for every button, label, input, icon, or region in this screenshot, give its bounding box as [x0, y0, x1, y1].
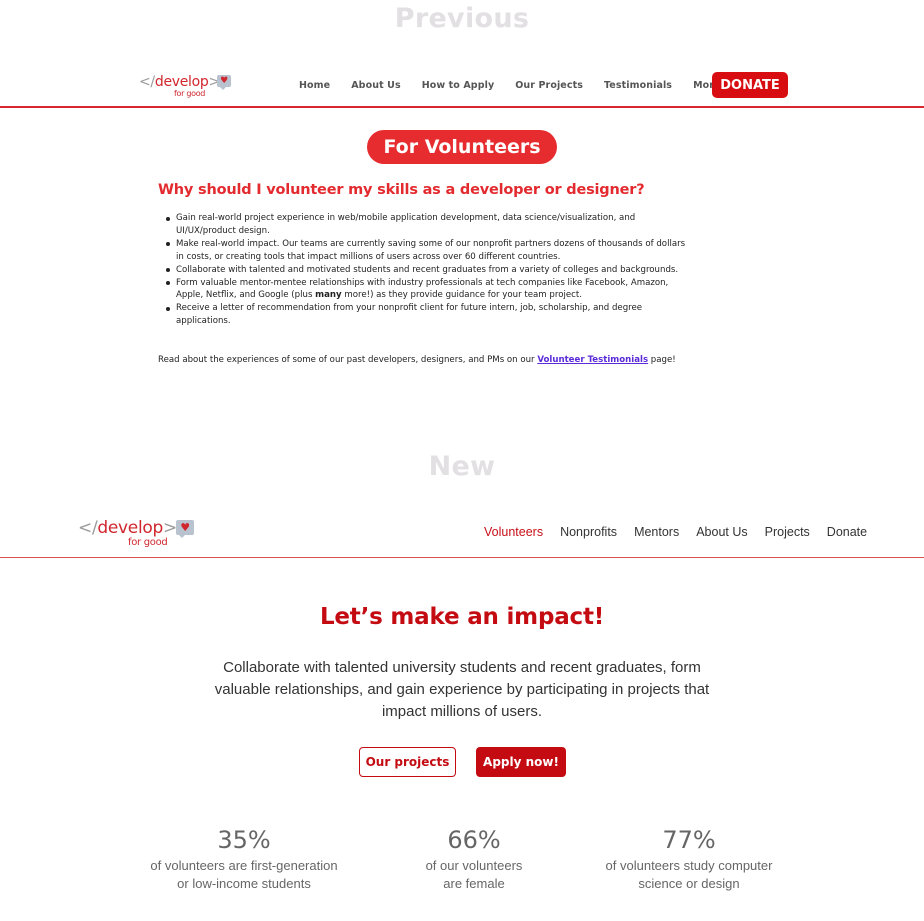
heart-icon: ♥	[180, 521, 190, 534]
prev-nav-how-to-apply[interactable]: How to Apply	[422, 80, 495, 91]
stat-cs-design: 77% of volunteers study computer science …	[569, 826, 809, 893]
list-item: Gain real-world project experience in we…	[166, 212, 686, 238]
stat-description: of volunteers are first-generation or low…	[124, 857, 364, 893]
prev-nav-testimonials[interactable]: Testimonials	[604, 80, 672, 91]
logo-word: develop	[154, 74, 209, 90]
stat-line: of our volunteers	[425, 858, 523, 873]
new-nav-projects[interactable]: Projects	[765, 525, 810, 539]
for-volunteers-banner: For Volunteers	[367, 130, 557, 164]
prev-nav-our-projects[interactable]: Our Projects	[515, 80, 583, 91]
stat-value: 35%	[217, 826, 271, 854]
heart-speech-bubble-icon: ♥	[217, 75, 231, 90]
new-nav-nonprofits[interactable]: Nonprofits	[560, 525, 617, 539]
benefits-list: Gain real-world project experience in we…	[166, 212, 686, 328]
list-item-emphasis: many	[315, 290, 342, 301]
logo-open-bracket: </	[78, 518, 98, 538]
stat-line: are female	[443, 876, 505, 891]
hero-description: Collaborate with talented university stu…	[214, 659, 710, 720]
stat-female: 66% of our volunteers are female	[354, 826, 594, 893]
section-label-previous: Previous	[394, 3, 530, 34]
prev-donate-button[interactable]: DONATE	[712, 72, 788, 98]
heart-icon: ♥	[220, 76, 228, 86]
logo-previous[interactable]: </develop > for good ♥	[139, 74, 231, 98]
new-nav-volunteers[interactable]: Volunteers	[484, 525, 543, 539]
previous-header-divider	[0, 106, 924, 108]
logo-tagline: for good	[128, 537, 168, 548]
why-volunteer-heading: Why should I volunteer my skills as a de…	[158, 182, 645, 198]
logo-close-bracket: >	[162, 518, 177, 538]
stat-description: of volunteers study computer science or d…	[569, 857, 809, 893]
new-nav: Volunteers Nonprofits Mentors About Us P…	[484, 525, 884, 539]
stat-line: or low-income students	[177, 876, 311, 891]
list-item: Receive a letter of recommendation from …	[166, 302, 686, 328]
prev-nav-about-us[interactable]: About Us	[351, 80, 400, 91]
logo-tagline: for good	[174, 89, 206, 98]
paragraph-text: page!	[648, 355, 676, 365]
testimonials-paragraph: Read about the experiences of some of ou…	[158, 354, 678, 367]
hero-title: Let’s make an impact!	[319, 604, 605, 630]
stat-line: of volunteers are first-generation	[150, 858, 338, 873]
section-label-new: New	[428, 451, 496, 482]
list-item: Form valuable mentor-mentee relationship…	[166, 277, 686, 303]
stat-value: 77%	[662, 826, 716, 854]
stat-first-generation: 35% of volunteers are first-generation or…	[124, 826, 364, 893]
list-item-text: more!) as they provide guidance for your…	[341, 290, 582, 301]
prev-nav-home[interactable]: Home	[299, 80, 330, 91]
logo-new[interactable]: </develop > for good ♥	[78, 518, 194, 548]
volunteer-testimonials-link[interactable]: Volunteer Testimonials	[537, 355, 648, 365]
previous-nav: Home About Us How to Apply Our Projects …	[299, 80, 753, 91]
new-header-divider	[0, 557, 924, 558]
new-nav-donate[interactable]: Donate	[827, 525, 867, 539]
paragraph-text: Read about the experiences of some of ou…	[158, 355, 538, 365]
stat-line: of volunteers study computer	[605, 858, 773, 873]
list-item: Make real-world impact. Our teams are cu…	[166, 238, 686, 262]
stat-value: 66%	[447, 826, 501, 854]
list-item: Collaborate with talented and motivated …	[166, 264, 686, 277]
apply-now-button[interactable]: Apply now!	[476, 747, 566, 777]
new-nav-about-us[interactable]: About Us	[696, 525, 747, 539]
our-projects-button[interactable]: Our projects	[359, 747, 456, 777]
stat-line: science or design	[638, 876, 740, 891]
logo-word: develop	[97, 518, 163, 538]
logo-open-bracket: </	[139, 74, 155, 90]
stat-description: of our volunteers are female	[354, 857, 594, 893]
heart-speech-bubble-icon: ♥	[176, 520, 194, 538]
new-nav-mentors[interactable]: Mentors	[634, 525, 679, 539]
